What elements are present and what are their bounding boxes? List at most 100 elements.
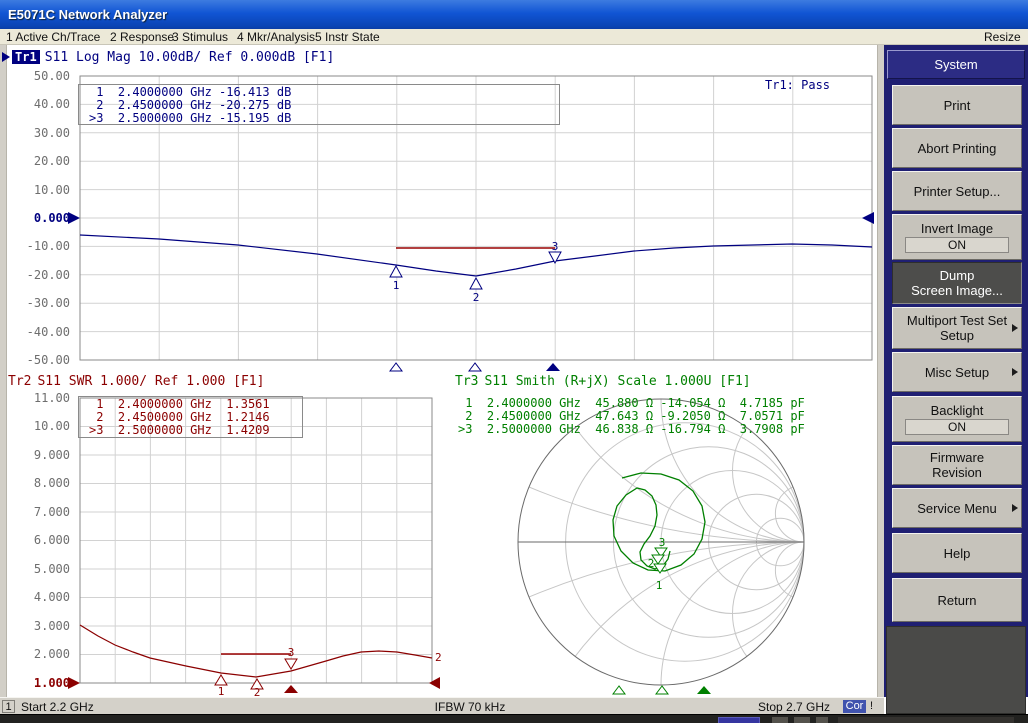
tr2-marker-1-triangle[interactable] xyxy=(215,675,227,685)
tr2-ytick: 8.000 xyxy=(6,477,70,490)
dump-screen-image-label-line1: Dump xyxy=(940,268,975,283)
menu-item-instr-state[interactable]: 5 Instr State xyxy=(315,30,380,44)
menu-item-stimulus[interactable]: 3 Stimulus xyxy=(172,30,228,44)
tr3-stimulus-marker-3-icon xyxy=(697,686,711,694)
tr3-name[interactable]: Tr3 xyxy=(455,374,478,389)
printer-setup-button[interactable]: Printer Setup... xyxy=(892,171,1022,211)
help-button[interactable]: Help xyxy=(892,533,1022,573)
tr1-ref-arrow-right xyxy=(862,212,874,224)
multiport-label-line2: Setup xyxy=(940,328,974,343)
taskbar-clock-area xyxy=(838,717,1014,723)
backlight-label: Backlight xyxy=(931,403,984,418)
tr1-marker-2-label: 2 xyxy=(473,291,480,304)
submenu-arrow-icon xyxy=(1012,368,1018,376)
tr3-header: Tr3 S11 Smith (R+jX) Scale 1.000U [F1] xyxy=(455,374,751,388)
tr1-stimulus-marker-3-icon xyxy=(546,363,560,371)
tr1-marker-3-label: 3 xyxy=(552,240,559,253)
tr1-marker-2-triangle[interactable] xyxy=(470,278,482,289)
tr3-stimulus-marker-1-icon xyxy=(613,686,625,694)
display-bezel-right xyxy=(877,45,884,697)
tr2-ytick: 9.000 xyxy=(6,449,70,462)
service-menu-label: Service Menu xyxy=(917,501,996,516)
tr2-ytick: 2.000 xyxy=(6,648,70,661)
menu-bar: 1 Active Ch/Trace 2 Response 3 Stimulus … xyxy=(0,29,1028,45)
tr2-ytick: 6.000 xyxy=(6,534,70,547)
tr2-grid xyxy=(80,398,432,683)
firmware-revision-button[interactable]: Firmware Revision xyxy=(892,445,1022,485)
tr1-ytick: -10.00 xyxy=(6,240,70,253)
tr1-marker-row: >3 2.5000000 GHz -15.195 dB xyxy=(89,112,559,125)
tr1-ytick: -30.00 xyxy=(6,297,70,310)
tr1-ytick: 50.00 xyxy=(6,70,70,83)
tr1-ytick: -20.00 xyxy=(6,269,70,282)
tr1-ytick-reference: 0.000 xyxy=(6,212,70,225)
dump-screen-image-label-line2: Screen Image... xyxy=(911,283,1003,298)
tr1-marker-1-label: 1 xyxy=(393,279,400,292)
invert-image-state[interactable]: ON xyxy=(905,237,1009,253)
taskbar-item xyxy=(816,717,828,723)
tr1-marker-1-triangle[interactable] xyxy=(390,266,402,277)
tr1-stimulus-marker-1-icon xyxy=(390,363,402,371)
multiport-label-line1: Multiport Test Set xyxy=(907,313,1007,328)
active-trace-arrow-icon xyxy=(2,52,10,62)
multiport-test-set-setup-button[interactable]: Multiport Test Set Setup xyxy=(892,307,1022,349)
menu-item-mkr-analysis[interactable]: 4 Mkr/Analysis xyxy=(237,30,315,44)
return-button[interactable]: Return xyxy=(892,578,1022,622)
status-bar: 1 Start 2.2 GHz IFBW 70 kHz Stop 2.7 GHz… xyxy=(0,697,884,714)
print-button[interactable]: Print xyxy=(892,85,1022,125)
window-title: E5071C Network Analyzer xyxy=(8,7,167,22)
tr2-name[interactable]: Tr2 xyxy=(8,374,31,389)
tr2-ytick: 7.000 xyxy=(6,506,70,519)
abort-printing-button[interactable]: Abort Printing xyxy=(892,128,1022,168)
tr1-ytick: 40.00 xyxy=(6,98,70,111)
tr1-format-label: S11 Log Mag 10.00dB/ Ref 0.000dB [F1] xyxy=(45,50,335,65)
tr2-ytick: 10.00 xyxy=(6,420,70,433)
help-label: Help xyxy=(944,546,971,561)
return-label: Return xyxy=(937,593,976,608)
menu-item-active-ch-trace[interactable]: 1 Active Ch/Trace xyxy=(6,30,100,44)
misc-setup-label: Misc Setup xyxy=(925,365,989,380)
tr1-stimulus-marker-2-icon xyxy=(469,363,481,371)
tr2-ytick: 5.000 xyxy=(6,563,70,576)
abort-printing-label: Abort Printing xyxy=(918,141,997,156)
firmware-label-line1: Firmware xyxy=(930,450,984,465)
invert-image-label: Invert Image xyxy=(921,221,993,236)
window-title-bar: E5071C Network Analyzer xyxy=(0,0,1028,29)
alert-indicator: ! xyxy=(870,700,873,712)
tr3-marker-1-label: 1 xyxy=(656,579,663,592)
tr1-marker-table: 1 2.4000000 GHz -16.413 dB 2 2.4500000 G… xyxy=(78,84,560,125)
tr1-ytick: 10.00 xyxy=(6,184,70,197)
menu-item-resize[interactable]: Resize xyxy=(984,30,1021,44)
invert-image-button[interactable]: Invert Image ON xyxy=(892,214,1022,260)
dump-screen-image-button[interactable]: Dump Screen Image... xyxy=(892,262,1022,304)
tr2-ref-arrow-right xyxy=(429,677,440,689)
tr3-marker-row: >3 2.5000000 GHz 46.838 Ω -16.794 Ω 3.79… xyxy=(458,423,805,436)
channel-number-badge: 1 xyxy=(2,700,15,713)
tr3-marker-table: 1 2.4000000 GHz 45.880 Ω -14.054 Ω 4.718… xyxy=(458,397,805,436)
tr2-marker-3-label: 3 xyxy=(288,646,295,659)
backlight-button[interactable]: Backlight ON xyxy=(892,396,1022,442)
tr1-name-badge[interactable]: Tr1 xyxy=(12,50,40,64)
taskbar-item xyxy=(772,717,788,723)
instrument-screen: E5071C Network Analyzer 1 Active Ch/Trac… xyxy=(0,0,1028,723)
sidebar-blank-panel xyxy=(886,626,1026,714)
stop-frequency: Stop 2.7 GHz xyxy=(758,700,830,714)
tr2-format-label: S11 SWR 1.000/ Ref 1.000 [F1] xyxy=(37,374,264,389)
menu-item-response[interactable]: 2 Response xyxy=(110,30,174,44)
misc-setup-button[interactable]: Misc Setup xyxy=(892,352,1022,392)
tr1-ytick: -50.00 xyxy=(6,354,70,367)
softkey-sidebar: System Print Abort Printing Printer Setu… xyxy=(884,45,1028,697)
taskbar-item xyxy=(794,717,810,723)
tr3-marker-3-label: 3 xyxy=(659,536,666,549)
service-menu-button[interactable]: Service Menu xyxy=(892,488,1022,528)
ifbw-value: IFBW 70 kHz xyxy=(390,700,550,714)
backlight-state[interactable]: ON xyxy=(905,419,1009,435)
firmware-label-line2: Revision xyxy=(932,465,982,480)
tr1-ytick: 20.00 xyxy=(6,155,70,168)
softkey-menu-title: System xyxy=(887,50,1025,79)
tr2-marker-3-triangle[interactable] xyxy=(285,659,297,669)
print-button-label: Print xyxy=(944,98,971,113)
smith-chart-grid xyxy=(89,45,884,697)
tr2-ytick-reference: 1.000 xyxy=(6,677,70,690)
tr1-ytick: 30.00 xyxy=(6,127,70,140)
